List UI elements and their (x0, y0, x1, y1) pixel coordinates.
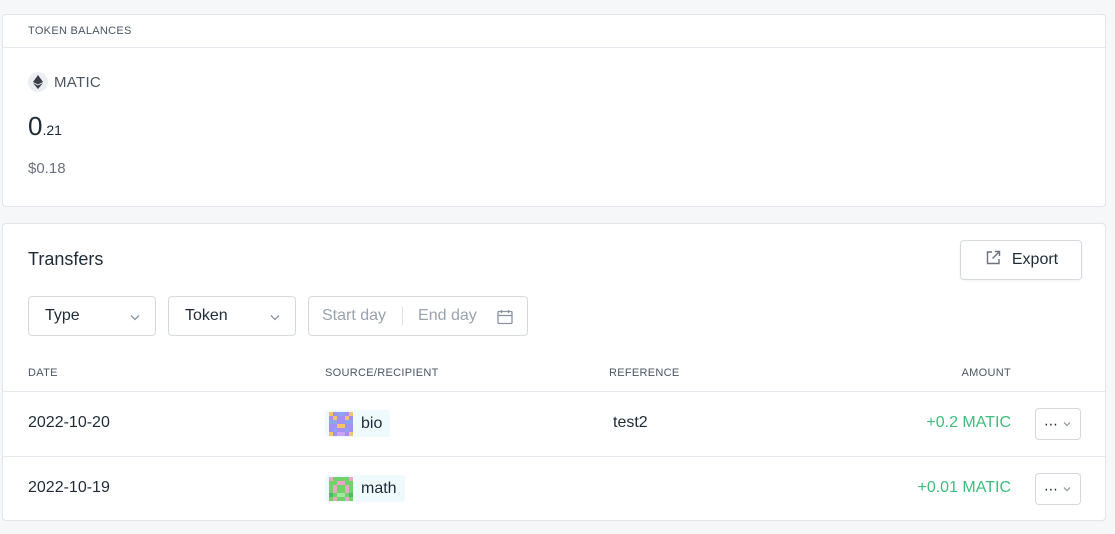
token-amount-decimal: .21 (42, 122, 62, 138)
recipient-name: bio (361, 414, 383, 432)
type-filter-label: Type (45, 307, 80, 324)
token-filter-label: Token (185, 307, 228, 324)
identicon-avatar (329, 476, 353, 501)
chevron-down-icon (129, 310, 141, 328)
token-filter-select[interactable]: Token (168, 296, 296, 336)
token-row: MATIC (28, 72, 101, 92)
column-header-amount: AMOUNT (961, 367, 1011, 379)
ethereum-icon (28, 72, 48, 92)
token-usd-value: $0.18 (28, 160, 66, 177)
column-header-source: SOURCE/RECIPIENT (325, 367, 439, 379)
column-header-date: DATE (28, 367, 58, 379)
chevron-down-icon (1063, 422, 1071, 427)
table-row: 2022-10-19 math +0.01 MATIC ⋯ (3, 457, 1105, 522)
recipient-chip[interactable]: math (325, 475, 405, 502)
export-button[interactable]: Export (960, 240, 1082, 280)
row-actions-button[interactable]: ⋯ (1035, 408, 1081, 440)
transfer-amount: +0.2 MATIC (926, 414, 1011, 431)
external-link-icon (984, 249, 1002, 272)
recipient-chip[interactable]: bio (325, 410, 391, 437)
token-amount-integer: 0 (28, 111, 43, 141)
token-amount: 0.21 (28, 111, 62, 142)
end-day-input[interactable]: End day (418, 307, 477, 325)
chevron-down-icon (1063, 487, 1071, 492)
chevron-down-icon (269, 310, 281, 328)
transfer-reference: test2 (613, 414, 648, 431)
date-range-picker[interactable]: Start day End day (308, 296, 528, 336)
transfers-card: Transfers Export Type Token Start day En… (2, 223, 1106, 521)
transfers-title: Transfers (28, 249, 104, 269)
table-row: 2022-10-20 bio test2 +0.2 MATIC ⋯ (3, 392, 1105, 457)
type-filter-select[interactable]: Type (28, 296, 156, 336)
calendar-icon[interactable] (496, 308, 514, 331)
column-header-reference: REFERENCE (609, 367, 680, 379)
start-day-input[interactable]: Start day (322, 307, 386, 325)
token-name: MATIC (54, 73, 102, 91)
export-label: Export (1011, 251, 1059, 268)
more-icon: ⋯ (1044, 480, 1058, 497)
transfer-date: 2022-10-19 (28, 479, 110, 496)
transfer-date: 2022-10-20 (28, 414, 110, 431)
token-balances-header: TOKEN BALANCES (3, 15, 1105, 48)
date-range-divider (402, 307, 404, 325)
row-actions-button[interactable]: ⋯ (1035, 473, 1081, 505)
transfer-amount: +0.01 MATIC (917, 479, 1011, 496)
more-icon: ⋯ (1044, 415, 1058, 432)
token-balances-card: TOKEN BALANCES MATIC 0.21 $0.18 (2, 14, 1106, 207)
recipient-name: math (361, 479, 397, 497)
identicon-avatar (329, 411, 353, 436)
